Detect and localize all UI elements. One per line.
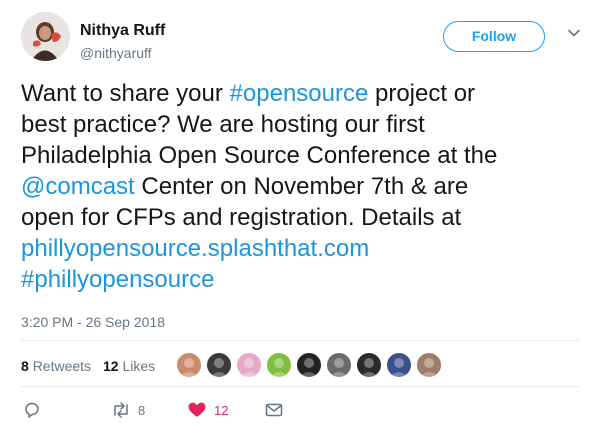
url-link[interactable]: phillyopensource.splashthat.com: [21, 235, 369, 262]
retweets-label: Retweets: [32, 358, 92, 374]
divider: [21, 340, 579, 341]
hashtag-link[interactable]: #phillyopensource: [21, 266, 214, 293]
liker-avatar[interactable]: [416, 352, 442, 378]
retweets-stat[interactable]: 8 Retweets: [21, 358, 91, 374]
tweet-text-segment: Want to share your: [21, 80, 230, 107]
tweet-text-line: @comcast Center on November 7th & are: [21, 171, 581, 202]
liker-avatar[interactable]: [326, 352, 352, 378]
direct-message-button[interactable]: [265, 398, 283, 422]
reply-icon: [23, 401, 41, 419]
author-avatar[interactable]: [21, 12, 70, 61]
like-count: 12: [214, 402, 229, 418]
reply-button[interactable]: [23, 398, 41, 422]
tweet-text: Want to share your #opensource project o…: [21, 78, 581, 295]
divider: [21, 386, 579, 387]
retweets-count: 8: [21, 358, 29, 374]
author-handle[interactable]: @nithyaruff: [80, 45, 152, 61]
tweet-text-line: best practice? We are hosting our first: [21, 109, 581, 140]
author-name[interactable]: Nithya Ruff: [80, 22, 165, 40]
tweet-text-line: Want to share your #opensource project o…: [21, 78, 581, 109]
tweet-actions: 8 12: [21, 398, 581, 428]
retweet-count: 8: [138, 402, 146, 418]
liker-avatar[interactable]: [266, 352, 292, 378]
liker-avatar[interactable]: [356, 352, 382, 378]
tweet-text-segment: project or: [368, 80, 476, 107]
liker-avatar[interactable]: [296, 352, 322, 378]
tweet-text-line: open for CFPs and registration. Details …: [21, 202, 581, 233]
likes-stat[interactable]: 12 Likes: [103, 358, 155, 374]
heart-icon: [187, 401, 207, 419]
envelope-icon: [265, 402, 283, 418]
tweet-text-line: #phillyopensource: [21, 264, 581, 295]
tweet-text-segment: Philadelphia Open Source Conference at t…: [21, 142, 498, 169]
tweet-text-line: phillyopensource.splashthat.com: [21, 233, 581, 264]
tweet-text-segment: open for CFPs and registration. Details …: [21, 204, 462, 231]
retweet-button[interactable]: 8: [111, 398, 145, 422]
follow-button[interactable]: Follow: [443, 21, 545, 52]
like-button[interactable]: 12: [187, 398, 228, 422]
mention-link[interactable]: @comcast: [21, 173, 135, 200]
tweet-timestamp[interactable]: 3:20 PM - 26 Sep 2018: [21, 314, 165, 330]
tweet-text-segment: Center on November 7th & are: [134, 173, 469, 200]
liker-avatar[interactable]: [176, 352, 202, 378]
tweet-header: Nithya Ruff @nithyaruff Follow: [21, 12, 581, 68]
hashtag-link[interactable]: #opensource: [230, 80, 369, 107]
chevron-down-icon[interactable]: [567, 26, 581, 40]
liker-avatar[interactable]: [236, 352, 262, 378]
tweet-text-line: Philadelphia Open Source Conference at t…: [21, 140, 581, 171]
liker-avatar[interactable]: [386, 352, 412, 378]
tweet-text-segment: best practice? We are hosting our first: [21, 111, 425, 138]
likes-count: 12: [103, 358, 119, 374]
retweet-icon: [111, 401, 131, 419]
likes-label: Likes: [122, 358, 156, 374]
liker-avatar[interactable]: [206, 352, 232, 378]
